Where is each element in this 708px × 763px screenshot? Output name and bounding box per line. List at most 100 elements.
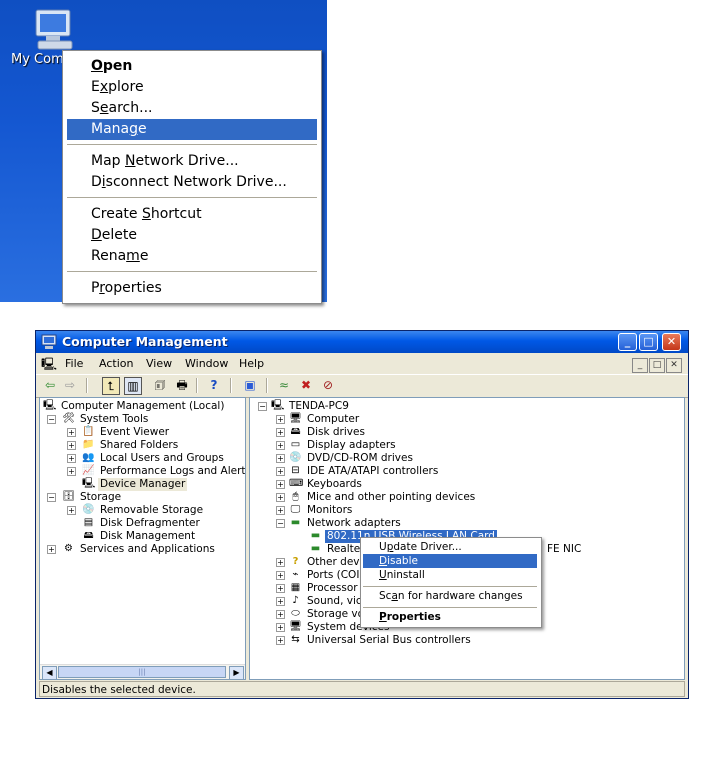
processor-icon: ▦ bbox=[290, 582, 301, 593]
system-devices-icon: 🖥 bbox=[289, 621, 302, 632]
menu-item-create-shortcut[interactable]: Create Shortcut bbox=[67, 204, 317, 225]
device-node-label-suffix: FE NIC bbox=[547, 543, 582, 555]
menu-item-properties[interactable]: Properties bbox=[67, 278, 317, 299]
dvd-drive-icon: 💿 bbox=[289, 452, 302, 463]
scroll-left-icon[interactable]: ◀ bbox=[42, 666, 57, 679]
tree-node-label: Services and Applications bbox=[80, 543, 215, 555]
show-hide-tree-icon[interactable]: ▥ bbox=[124, 377, 142, 395]
menu-item-map-network-drive[interactable]: Map Network Drive... bbox=[67, 151, 317, 172]
device-node-label: IDE ATA/ATAPI controllers bbox=[307, 465, 439, 477]
expand-toggle[interactable]: + bbox=[276, 597, 285, 606]
close-button[interactable]: ✕ bbox=[662, 333, 681, 351]
collapse-toggle[interactable]: − bbox=[276, 519, 285, 528]
mdi-close-button[interactable]: ✕ bbox=[666, 358, 682, 373]
menu-item-properties[interactable]: Properties bbox=[363, 610, 537, 624]
device-node-label: DVD/CD-ROM drives bbox=[307, 452, 413, 464]
monitor-icon: 🖵 bbox=[290, 504, 301, 515]
menu-item-search[interactable]: Search... bbox=[67, 98, 317, 119]
expand-toggle[interactable]: + bbox=[47, 545, 56, 554]
device-node-label: Realte bbox=[327, 543, 361, 555]
my-computer-context-menu: Open Explore Search... Manage Map Networ… bbox=[62, 50, 322, 304]
horizontal-scrollbar[interactable]: ◀ ||| ▶ bbox=[40, 664, 245, 679]
console-tree-pane[interactable]: 🖳 Computer Management (Local) − 🛠 System… bbox=[39, 397, 246, 680]
expand-toggle[interactable]: + bbox=[67, 467, 76, 476]
expand-toggle[interactable]: + bbox=[67, 428, 76, 437]
expand-toggle[interactable]: + bbox=[276, 610, 285, 619]
expand-toggle[interactable]: + bbox=[276, 558, 285, 567]
collapse-toggle[interactable]: − bbox=[258, 402, 267, 411]
device-node-label: Computer bbox=[307, 413, 360, 425]
properties-icon[interactable]: 🗊 bbox=[152, 377, 168, 393]
disable-device-icon[interactable]: ⊘ bbox=[320, 377, 336, 393]
device-node-label: Mice and other pointing devices bbox=[307, 491, 476, 503]
expand-toggle[interactable]: + bbox=[276, 415, 285, 424]
mdi-restore-button[interactable]: □ bbox=[649, 358, 665, 373]
device-node-label: Disk drives bbox=[307, 426, 365, 438]
device-context-menu: Update Driver... Disable Uninstall Scan … bbox=[360, 537, 542, 628]
expand-toggle[interactable]: + bbox=[276, 480, 285, 489]
menu-item-rename[interactable]: Rename bbox=[67, 246, 317, 267]
mdi-document-icon[interactable]: 🖳 bbox=[41, 356, 57, 372]
menu-item-uninstall[interactable]: Uninstall bbox=[363, 568, 537, 582]
services-icon: ⚙ bbox=[64, 543, 73, 554]
forward-arrow-icon[interactable]: ⇨ bbox=[62, 377, 78, 393]
expand-toggle[interactable]: + bbox=[276, 467, 285, 476]
menu-item-open[interactable]: Open bbox=[67, 56, 317, 77]
expand-toggle[interactable]: + bbox=[67, 506, 76, 515]
menu-window[interactable]: Window bbox=[185, 357, 228, 370]
menu-separator bbox=[67, 197, 317, 198]
expand-toggle[interactable]: + bbox=[276, 636, 285, 645]
expand-toggle[interactable]: + bbox=[276, 506, 285, 515]
menu-item-disable[interactable]: Disable bbox=[363, 554, 537, 568]
collapse-toggle[interactable]: − bbox=[47, 493, 56, 502]
sound-icon: ♪ bbox=[292, 595, 299, 606]
expand-toggle[interactable]: + bbox=[276, 571, 285, 580]
menu-file[interactable]: File bbox=[65, 357, 83, 370]
device-node-label: Ports (COI bbox=[307, 569, 360, 581]
computer-icon: 🖥 bbox=[289, 413, 302, 424]
expand-toggle[interactable]: + bbox=[276, 428, 285, 437]
maximize-button[interactable]: □ bbox=[639, 333, 658, 351]
collapse-toggle[interactable]: − bbox=[47, 415, 56, 424]
device-node-label: Storage vo bbox=[307, 608, 365, 620]
expand-toggle[interactable]: + bbox=[67, 441, 76, 450]
menu-help[interactable]: Help bbox=[239, 357, 264, 370]
back-arrow-icon[interactable]: ⇦ bbox=[42, 377, 58, 393]
computer-management-icon bbox=[41, 334, 57, 349]
my-computer-icon[interactable] bbox=[30, 8, 78, 52]
expand-toggle[interactable]: + bbox=[276, 441, 285, 450]
help-icon[interactable]: ? bbox=[206, 377, 222, 393]
expand-toggle[interactable]: + bbox=[276, 454, 285, 463]
mdi-minimize-button[interactable]: _ bbox=[632, 358, 648, 373]
expand-toggle[interactable]: + bbox=[67, 454, 76, 463]
mdi-controls: _ □ ✕ bbox=[631, 357, 682, 373]
uninstall-icon[interactable]: ✖ bbox=[298, 377, 314, 393]
other-devices-icon: ? bbox=[292, 556, 299, 567]
expand-toggle[interactable]: + bbox=[276, 623, 285, 632]
menu-item-scan-hardware[interactable]: Scan for hardware changes bbox=[363, 589, 537, 603]
expand-toggle[interactable]: + bbox=[276, 584, 285, 593]
computer-management-icon: 🖳 bbox=[43, 400, 57, 411]
tree-node-label: Disk Defragmenter bbox=[100, 517, 200, 529]
scan-hardware-icon[interactable]: ▣ bbox=[242, 377, 258, 393]
menu-item-delete[interactable]: Delete bbox=[67, 225, 317, 246]
menu-view[interactable]: View bbox=[146, 357, 172, 370]
my-computer-label[interactable]: My Com bbox=[11, 52, 64, 67]
menu-item-disconnect-network-drive[interactable]: Disconnect Network Drive... bbox=[67, 172, 317, 193]
device-node-label: TENDA-PC9 bbox=[289, 400, 349, 412]
menu-item-manage[interactable]: Manage bbox=[67, 119, 317, 140]
update-driver-icon[interactable]: ≈ bbox=[276, 377, 292, 393]
title-bar[interactable]: Computer Management _ □ ✕ bbox=[36, 331, 688, 353]
up-folder-icon[interactable]: ⮤ bbox=[102, 377, 120, 395]
menu-item-update-driver[interactable]: Update Driver... bbox=[363, 540, 537, 554]
print-icon[interactable]: 🖶 bbox=[174, 377, 190, 393]
menu-item-explore[interactable]: Explore bbox=[67, 77, 317, 98]
scrollbar-thumb[interactable]: ||| bbox=[58, 666, 226, 678]
minimize-button[interactable]: _ bbox=[618, 333, 637, 351]
network-card-icon: ▬ bbox=[310, 543, 321, 554]
menu-action[interactable]: Action bbox=[99, 357, 133, 370]
device-manager-icon: 🖳 bbox=[82, 478, 96, 489]
scroll-right-icon[interactable]: ▶ bbox=[229, 666, 244, 679]
expand-toggle[interactable]: + bbox=[276, 493, 285, 502]
toolbar-separator bbox=[266, 378, 268, 393]
